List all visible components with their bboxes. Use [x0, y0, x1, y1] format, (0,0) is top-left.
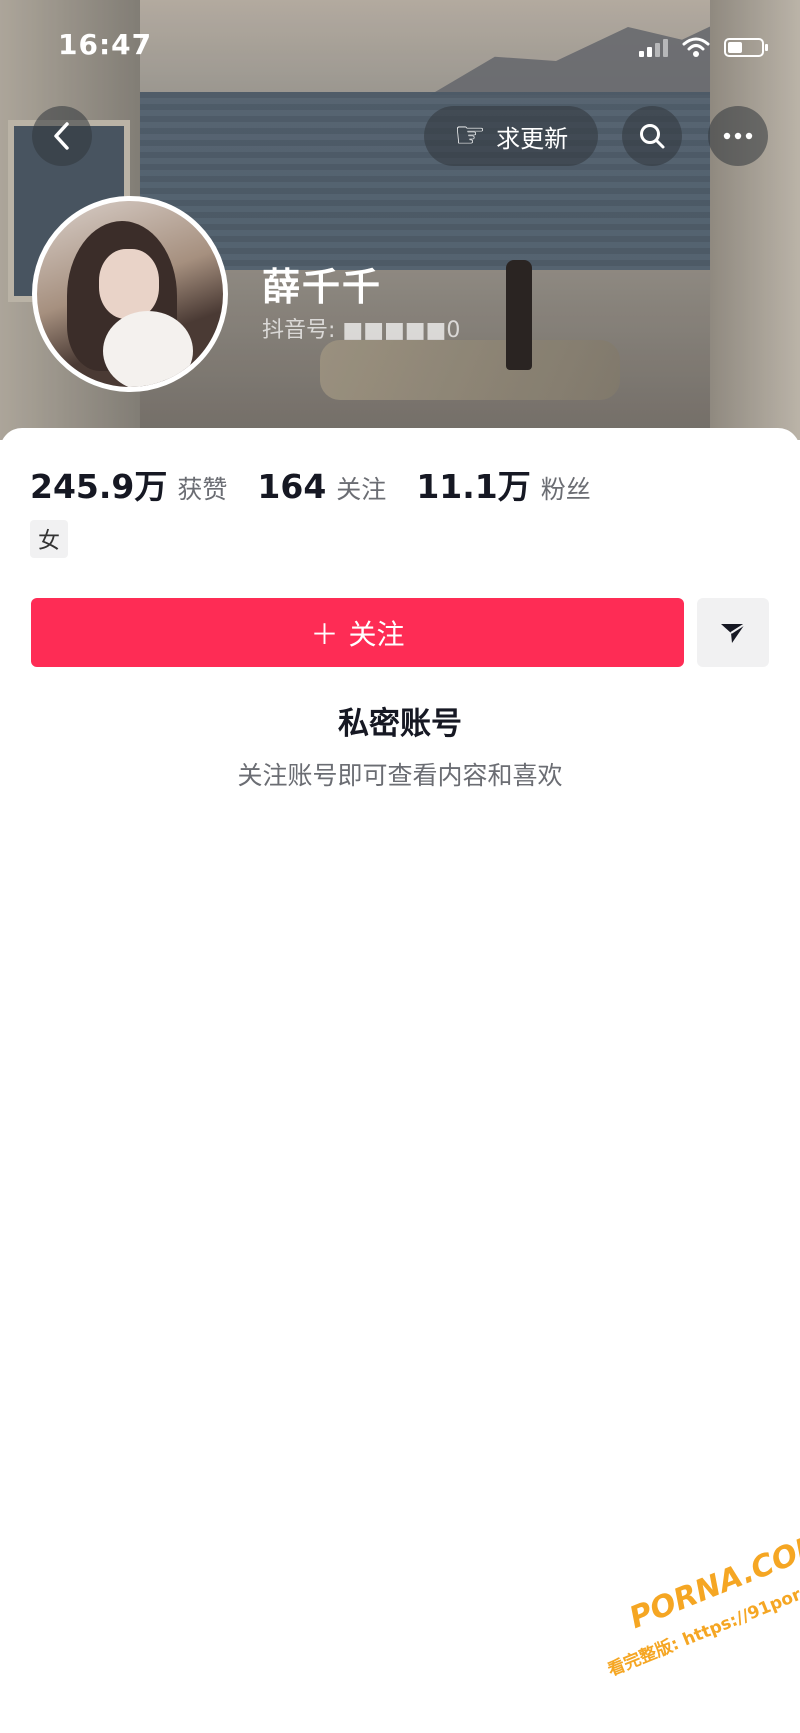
- gender-tag: 女: [30, 520, 68, 558]
- search-button[interactable]: [622, 106, 682, 166]
- status-time: 16:47: [58, 28, 153, 61]
- back-button[interactable]: [32, 106, 92, 166]
- more-dots-icon: [723, 132, 753, 140]
- stat-followers[interactable]: 11.1万 粉丝: [416, 460, 590, 508]
- following-count: 164: [257, 467, 327, 506]
- send-icon: [721, 622, 746, 643]
- search-icon: [640, 124, 665, 149]
- profile-card: 245.9万 获赞 164 关注 11.1万 粉丝 女 ＋ 关注 私密账号 关注…: [0, 428, 800, 1733]
- stat-following[interactable]: 164 关注: [257, 467, 386, 506]
- plus-icon: ＋: [310, 617, 339, 651]
- private-account-title: 私密账号: [338, 706, 462, 742]
- chevron-left-icon: [54, 122, 69, 150]
- follow-label: 关注: [348, 617, 405, 651]
- followers-label: 粉丝: [540, 475, 591, 504]
- profile-name: 薛千千: [262, 265, 383, 309]
- wifi-icon: [682, 37, 710, 57]
- share-button[interactable]: [697, 598, 769, 667]
- pointing-hand-icon: ☞: [453, 115, 487, 156]
- followers-count: 11.1万: [416, 467, 531, 506]
- stat-likes: 245.9万 获赞: [30, 460, 227, 508]
- profile-uid: 抖音号: ■■■■■0: [262, 318, 461, 343]
- signal-icon: [639, 37, 668, 57]
- request-update-label: 求更新: [496, 124, 569, 153]
- profile-cover: 16:47 ☞ 求更新 薛千千 抖音号: ■■■■■0: [0, 0, 800, 440]
- avatar[interactable]: [32, 196, 228, 392]
- following-label: 关注: [336, 475, 387, 504]
- request-update-button[interactable]: ☞ 求更新: [424, 106, 598, 166]
- more-button[interactable]: [708, 106, 768, 166]
- follow-button[interactable]: ＋ 关注: [31, 598, 684, 667]
- status-icons: [639, 36, 768, 58]
- profile-stats: 245.9万 获赞 164 关注 11.1万 粉丝: [30, 460, 591, 508]
- likes-label: 获赞: [177, 475, 228, 504]
- battery-icon: [724, 37, 768, 57]
- likes-count: 245.9万: [30, 467, 168, 506]
- private-account-subtitle: 关注账号即可查看内容和喜欢: [237, 761, 563, 790]
